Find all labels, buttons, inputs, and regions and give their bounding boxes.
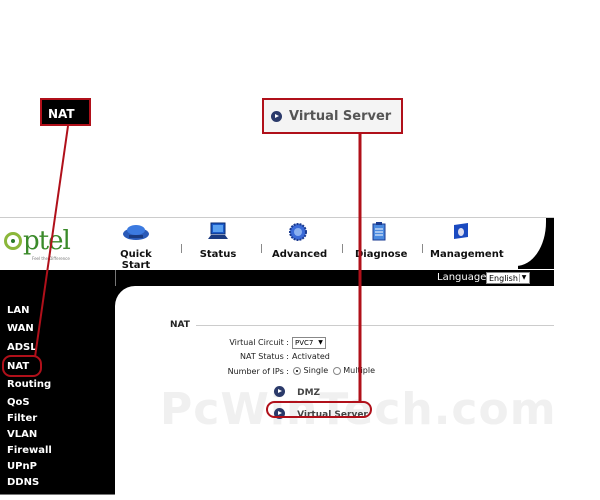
- annotation-lines: [34, 125, 362, 402]
- annotation-line-nat: [34, 125, 69, 358]
